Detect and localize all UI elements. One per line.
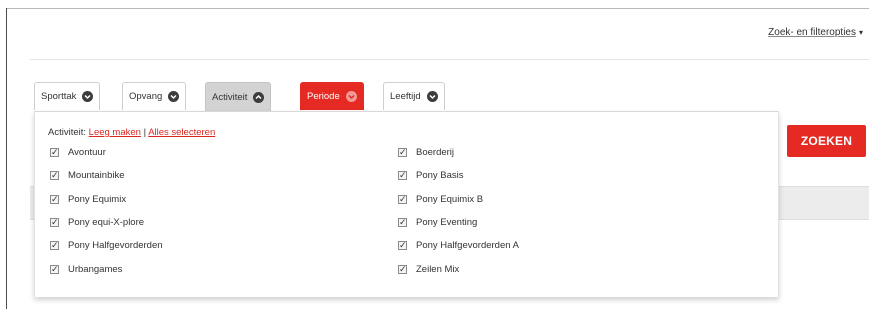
tab-periode[interactable]: Periode xyxy=(300,82,364,110)
select-all-link[interactable]: Alles selecteren xyxy=(148,127,215,138)
option-boerderij[interactable]: ✓ Boerderij xyxy=(398,147,454,158)
header-divider xyxy=(30,59,869,60)
checkbox-checked-icon[interactable]: ✓ xyxy=(50,265,59,274)
chevron-down-icon xyxy=(168,91,180,102)
chevron-down-icon xyxy=(426,91,438,102)
option-label: Pony Halfgevorderden A xyxy=(416,240,519,251)
option-label: Zeilen Mix xyxy=(416,264,460,275)
chevron-down-icon xyxy=(345,91,357,102)
tab-label: Leeftijd xyxy=(390,91,421,102)
option-pony-equi-x-plore[interactable]: ✓ Pony equi-X-plore xyxy=(50,217,144,228)
checkbox-checked-icon[interactable]: ✓ xyxy=(398,265,407,274)
option-zeilen-mix[interactable]: ✓ Zeilen Mix xyxy=(398,264,459,275)
option-label: Boerderij xyxy=(416,147,455,158)
checkbox-checked-icon[interactable]: ✓ xyxy=(398,195,407,204)
search-filter-options-link[interactable]: Zoek- en filteropties ▾ xyxy=(768,27,863,38)
option-label: Pony Equimix xyxy=(68,194,127,205)
tab-sporttak[interactable]: Sporttak xyxy=(34,82,101,110)
page-border-top xyxy=(6,8,869,9)
checkbox-checked-icon[interactable]: ✓ xyxy=(50,171,59,180)
option-mountainbike[interactable]: ✓ Mountainbike xyxy=(50,170,125,181)
option-label: Pony equi-X-plore xyxy=(68,217,145,228)
option-pony-halfgevorderden-a[interactable]: ✓ Pony Halfgevorderden A xyxy=(398,240,519,251)
clear-selection-link[interactable]: Leeg maken xyxy=(89,127,141,138)
checkbox-checked-icon[interactable]: ✓ xyxy=(398,218,407,227)
option-avontuur[interactable]: ✓ Avontuur xyxy=(50,147,106,158)
chevron-down-icon xyxy=(82,91,94,102)
option-label: Mountainbike xyxy=(68,170,125,181)
option-label: Pony Equimix B xyxy=(416,194,484,205)
tab-activiteit[interactable]: Activiteit xyxy=(205,82,272,112)
filter-link-label: Zoek- en filteropties xyxy=(768,27,856,38)
dropdown-header: Activiteit: Leeg maken | Alles selectere… xyxy=(48,127,215,138)
option-pony-basis[interactable]: ✓ Pony Basis xyxy=(398,170,464,181)
checkbox-checked-icon[interactable]: ✓ xyxy=(398,241,407,250)
option-pony-eventing[interactable]: ✓ Pony Eventing xyxy=(398,217,477,228)
option-label: Pony Basis xyxy=(416,170,464,181)
option-pony-equimix-b[interactable]: ✓ Pony Equimix B xyxy=(398,194,483,205)
option-label: Pony Halfgevorderden xyxy=(68,240,163,251)
activiteit-dropdown-panel: Activiteit: Leeg maken | Alles selectere… xyxy=(34,111,779,297)
tab-label: Opvang xyxy=(129,91,163,102)
checkbox-checked-icon[interactable]: ✓ xyxy=(50,148,59,157)
checkbox-checked-icon[interactable]: ✓ xyxy=(50,195,59,204)
header-separator: | xyxy=(143,127,147,138)
dropdown-prefix: Activiteit: xyxy=(48,127,87,138)
checkbox-checked-icon[interactable]: ✓ xyxy=(398,171,407,180)
tab-label: Sporttak xyxy=(41,91,77,102)
option-label: Avontuur xyxy=(68,147,106,158)
option-pony-halfgevorderden[interactable]: ✓ Pony Halfgevorderden xyxy=(50,240,163,251)
tab-label: Periode xyxy=(307,91,340,102)
checkbox-checked-icon[interactable]: ✓ xyxy=(50,218,59,227)
tab-label: Activiteit xyxy=(212,92,248,103)
tab-leeftijd[interactable]: Leeftijd xyxy=(383,82,445,110)
search-button[interactable]: ZOEKEN xyxy=(787,125,866,157)
checkbox-checked-icon[interactable]: ✓ xyxy=(50,241,59,250)
caret-down-icon: ▾ xyxy=(858,28,863,37)
page-border-left xyxy=(6,8,7,309)
tab-opvang[interactable]: Opvang xyxy=(122,82,187,110)
option-label: Urbangames xyxy=(68,264,123,275)
option-urbangames[interactable]: ✓ Urbangames xyxy=(50,264,122,275)
checkbox-checked-icon[interactable]: ✓ xyxy=(398,148,407,157)
option-pony-equimix[interactable]: ✓ Pony Equimix xyxy=(50,194,126,205)
chevron-up-icon xyxy=(253,92,265,103)
option-label: Pony Eventing xyxy=(416,217,478,228)
